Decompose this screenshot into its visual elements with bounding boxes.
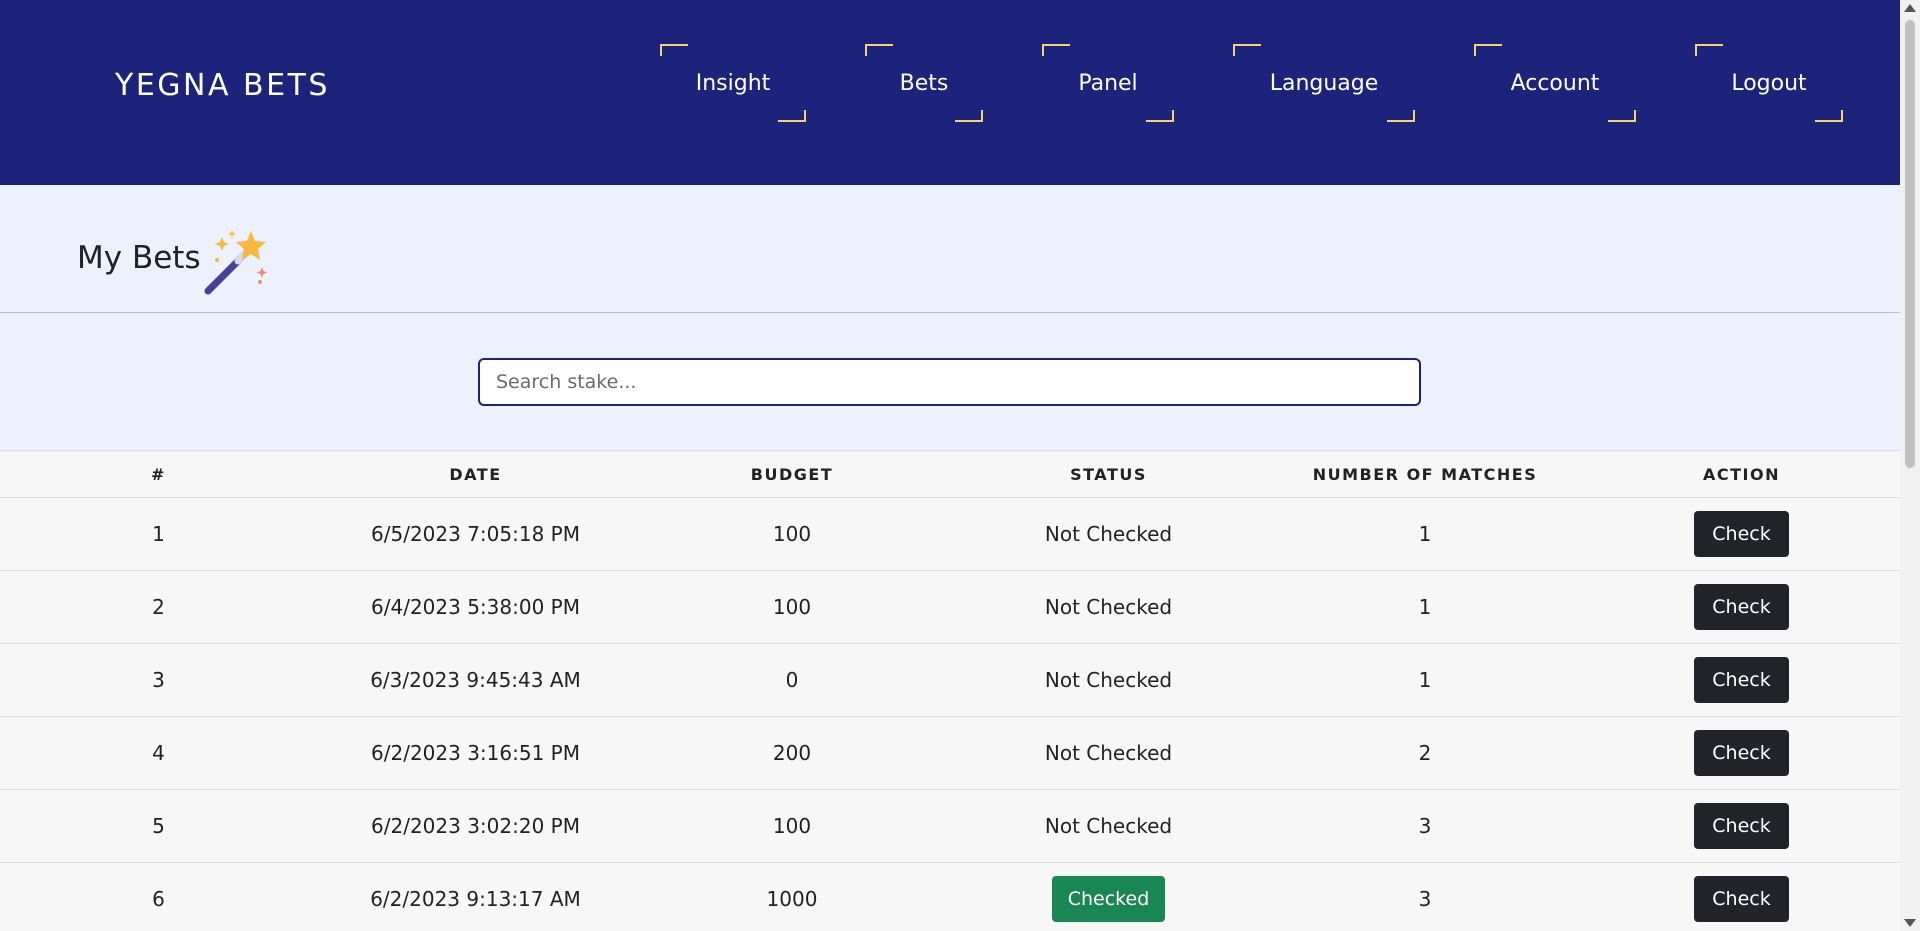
scrollbar-thumb[interactable] bbox=[1905, 20, 1915, 468]
row-number: 1 bbox=[0, 497, 317, 571]
bets-table: # DATE BUDGET STATUS NUMBER OF MATCHES A… bbox=[0, 450, 1900, 931]
corner-decoration bbox=[1608, 110, 1636, 122]
scroll-down-arrow-icon[interactable] bbox=[1904, 919, 1916, 927]
row-number: 2 bbox=[0, 570, 317, 644]
corner-decoration bbox=[865, 44, 893, 56]
table-row: 2 6/4/2023 5:38:00 PM 100 Not Checked 1 … bbox=[0, 570, 1900, 644]
column-header-date: DATE bbox=[317, 450, 634, 498]
nav-label: Logout bbox=[1731, 70, 1807, 96]
row-budget: 1000 bbox=[634, 862, 950, 931]
corner-decoration bbox=[660, 44, 688, 56]
row-date: 6/2/2023 9:13:17 AM bbox=[317, 862, 634, 931]
corner-decoration bbox=[1146, 110, 1174, 122]
row-status: Not Checked bbox=[950, 570, 1267, 644]
table-row: 4 6/2/2023 3:16:51 PM 200 Not Checked 2 … bbox=[0, 716, 1900, 790]
row-matches: 1 bbox=[1267, 570, 1583, 644]
row-budget: 100 bbox=[634, 497, 950, 571]
corner-decoration bbox=[778, 110, 806, 122]
nav-label: Bets bbox=[899, 70, 949, 96]
row-date: 6/5/2023 7:05:18 PM bbox=[317, 497, 634, 571]
check-button[interactable]: Check bbox=[1694, 803, 1789, 849]
nav-account[interactable]: Account bbox=[1474, 44, 1636, 122]
status-badge: Checked bbox=[1051, 876, 1166, 922]
page-title: My Bets bbox=[77, 240, 201, 276]
corner-decoration bbox=[1233, 44, 1261, 56]
row-action: Check bbox=[1583, 570, 1900, 644]
corner-decoration bbox=[1695, 44, 1723, 56]
column-header-action: ACTION bbox=[1583, 450, 1900, 498]
nav-label: Insight bbox=[695, 70, 771, 96]
corner-decoration bbox=[955, 110, 983, 122]
brand-logo[interactable]: YEGNA BETS bbox=[115, 68, 330, 103]
row-action: Check bbox=[1583, 716, 1900, 790]
page: YEGNA BETS Insight Bets Panel Language A… bbox=[0, 0, 1900, 931]
row-status: Not Checked bbox=[950, 789, 1267, 863]
column-header-budget: BUDGET bbox=[634, 450, 950, 498]
check-button[interactable]: Check bbox=[1694, 876, 1789, 922]
row-number: 5 bbox=[0, 789, 317, 863]
corner-decoration bbox=[1387, 110, 1415, 122]
row-budget: 100 bbox=[634, 570, 950, 644]
row-number: 4 bbox=[0, 716, 317, 790]
scroll-up-arrow-icon[interactable] bbox=[1904, 4, 1916, 12]
row-budget: 200 bbox=[634, 716, 950, 790]
table-row: 1 6/5/2023 7:05:18 PM 100 Not Checked 1 … bbox=[0, 497, 1900, 571]
row-matches: 3 bbox=[1267, 862, 1583, 931]
column-header-matches: NUMBER OF MATCHES bbox=[1267, 450, 1583, 498]
row-budget: 100 bbox=[634, 789, 950, 863]
row-date: 6/2/2023 3:16:51 PM bbox=[317, 716, 634, 790]
check-button[interactable]: Check bbox=[1694, 584, 1789, 630]
nav-logout[interactable]: Logout bbox=[1695, 44, 1843, 122]
column-header-status: STATUS bbox=[950, 450, 1267, 498]
row-status: Checked bbox=[950, 862, 1267, 931]
row-date: 6/2/2023 3:02:20 PM bbox=[317, 789, 634, 863]
row-matches: 2 bbox=[1267, 716, 1583, 790]
row-date: 6/4/2023 5:38:00 PM bbox=[317, 570, 634, 644]
corner-decoration bbox=[1474, 44, 1502, 56]
check-button[interactable]: Check bbox=[1694, 730, 1789, 776]
row-matches: 1 bbox=[1267, 497, 1583, 571]
corner-decoration bbox=[1815, 110, 1843, 122]
top-navbar: YEGNA BETS Insight Bets Panel Language A… bbox=[0, 0, 1900, 185]
check-button[interactable]: Check bbox=[1694, 511, 1789, 557]
row-action: Check bbox=[1583, 497, 1900, 571]
nav-language[interactable]: Language bbox=[1233, 44, 1415, 122]
nav-label: Language bbox=[1269, 70, 1379, 96]
table-row: 3 6/3/2023 9:45:43 AM 0 Not Checked 1 Ch… bbox=[0, 643, 1900, 717]
row-number: 3 bbox=[0, 643, 317, 717]
row-action: Check bbox=[1583, 643, 1900, 717]
row-status: Not Checked bbox=[950, 643, 1267, 717]
vertical-scrollbar[interactable] bbox=[1900, 0, 1920, 931]
row-action: Check bbox=[1583, 789, 1900, 863]
row-status: Not Checked bbox=[950, 497, 1267, 571]
row-date: 6/3/2023 9:45:43 AM bbox=[317, 643, 634, 717]
row-status: Not Checked bbox=[950, 716, 1267, 790]
row-action: Check bbox=[1583, 862, 1900, 931]
table-row: 6 6/2/2023 9:13:17 AM 1000 Checked 3 Che… bbox=[0, 862, 1900, 931]
nav-insight[interactable]: Insight bbox=[660, 44, 806, 122]
row-number: 6 bbox=[0, 862, 317, 931]
search-input[interactable] bbox=[478, 358, 1421, 406]
check-button[interactable]: Check bbox=[1694, 657, 1789, 703]
magic-wand-icon bbox=[204, 230, 268, 295]
row-budget: 0 bbox=[634, 643, 950, 717]
row-matches: 1 bbox=[1267, 643, 1583, 717]
page-heading-band bbox=[0, 185, 1900, 313]
table-header-row: # DATE BUDGET STATUS NUMBER OF MATCHES A… bbox=[0, 450, 1900, 498]
corner-decoration bbox=[1042, 44, 1070, 56]
nav-panel[interactable]: Panel bbox=[1042, 44, 1174, 122]
table-row: 5 6/2/2023 3:02:20 PM 100 Not Checked 3 … bbox=[0, 789, 1900, 863]
nav-label: Account bbox=[1510, 70, 1600, 96]
nav-label: Panel bbox=[1078, 70, 1138, 96]
column-header-number: # bbox=[0, 450, 317, 498]
row-matches: 3 bbox=[1267, 789, 1583, 863]
nav-bets[interactable]: Bets bbox=[865, 44, 983, 122]
